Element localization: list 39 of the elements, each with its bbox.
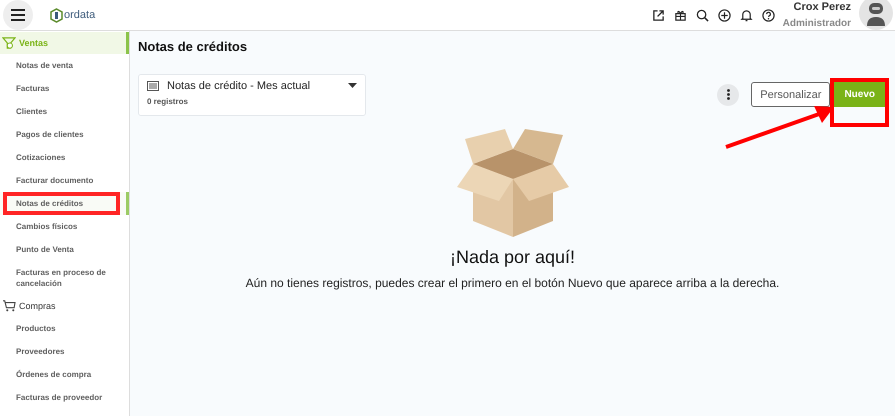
bell-icon[interactable] bbox=[740, 8, 753, 22]
more-icon bbox=[726, 89, 730, 100]
sidebar-item[interactable]: Proveedores bbox=[0, 340, 129, 363]
sidebar-item[interactable]: Facturar documento bbox=[0, 169, 129, 192]
record-count: 0 registros bbox=[147, 96, 189, 106]
menu-button[interactable] bbox=[3, 0, 33, 30]
sidebar-item[interactable]: Punto de Venta bbox=[0, 238, 129, 261]
sidebar-item[interactable]: Clientes bbox=[0, 100, 129, 123]
logo-text: ordata bbox=[64, 9, 96, 21]
list-icon bbox=[147, 80, 159, 90]
help-icon[interactable] bbox=[762, 8, 775, 22]
user-role: Administrador bbox=[782, 18, 851, 29]
gift-icon[interactable] bbox=[674, 8, 687, 22]
customize-button[interactable]: Personalizar bbox=[751, 82, 830, 107]
page-title: Notas de créditos bbox=[138, 39, 248, 54]
sidebar-item[interactable]: Notas de créditos bbox=[0, 192, 129, 215]
add-icon[interactable] bbox=[718, 8, 731, 22]
sidebar-item[interactable]: Órdenes de compra bbox=[0, 363, 129, 386]
sidebar-section[interactable]: Compras bbox=[0, 295, 129, 317]
sidebar-item[interactable]: Facturas en proceso de cancelación bbox=[0, 261, 129, 295]
caret-icon bbox=[348, 83, 357, 88]
logo-icon bbox=[50, 8, 63, 22]
avatar-icon[interactable] bbox=[859, 0, 893, 30]
search-icon[interactable] bbox=[696, 8, 709, 22]
cart-icon bbox=[2, 300, 16, 312]
more-button[interactable] bbox=[717, 84, 740, 106]
sidebar-item[interactable]: Notas de venta bbox=[0, 54, 129, 77]
sidebar-item[interactable]: Facturas de proveedor bbox=[0, 386, 129, 409]
empty-message: Aún no tienes registros, puedes crear el primero en el botón Nuevo que aparece arriba a la derecha. bbox=[246, 276, 780, 290]
sidebar-item[interactable]: Cotizaciones bbox=[0, 146, 129, 169]
view-selector[interactable]: Notas de crédito - Mes actual 0 registros bbox=[138, 74, 366, 116]
sidebar-item[interactable]: Cambios físicos bbox=[0, 215, 129, 238]
sidebar-item[interactable]: Pagos de clientes bbox=[0, 123, 129, 146]
sidebar-item[interactable]: Productos bbox=[0, 317, 129, 340]
empty-title: ¡Nada por aquí! bbox=[450, 247, 576, 268]
menu-icon bbox=[11, 9, 25, 21]
external-link-icon[interactable] bbox=[652, 8, 665, 22]
user-name: Crox Perez bbox=[794, 1, 851, 14]
sidebar-item[interactable]: Facturas bbox=[0, 77, 129, 100]
